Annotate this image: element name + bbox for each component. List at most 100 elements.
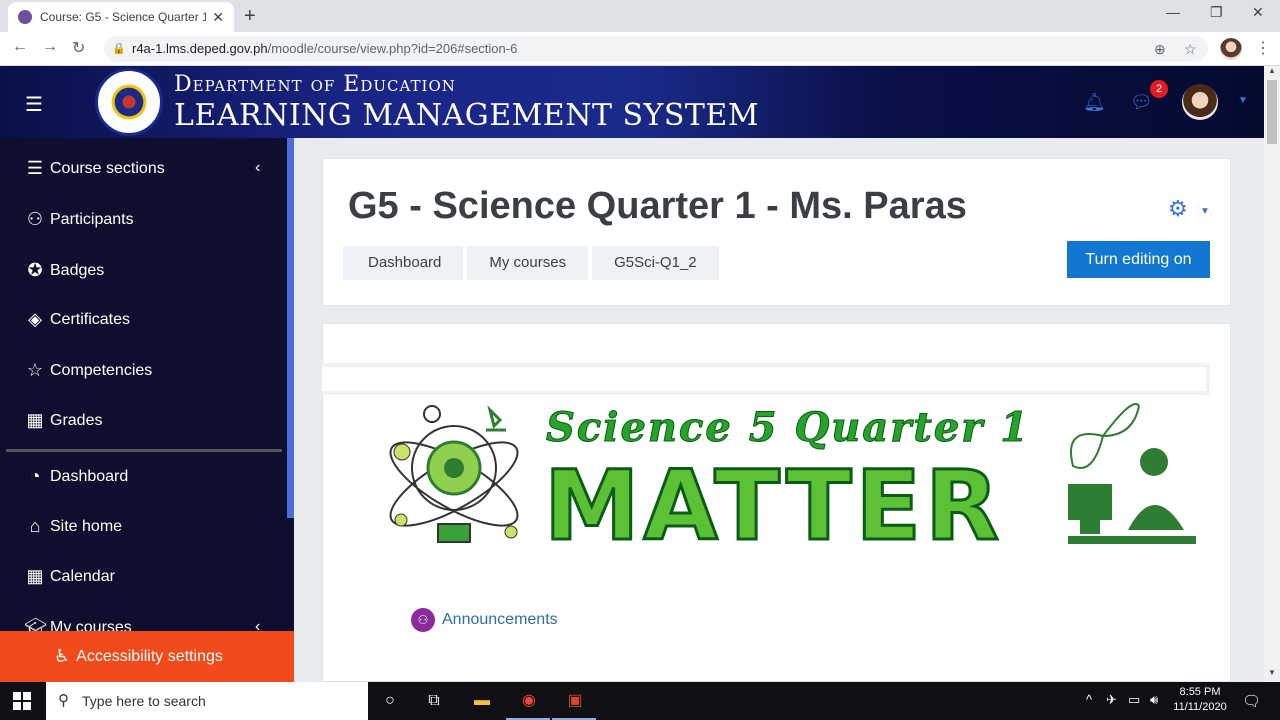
course-header-card (322, 158, 1231, 306)
lock-icon: 🔒 (112, 43, 126, 55)
sidebar-item-label: Certificates (50, 310, 131, 328)
chrome-icon[interactable]: ◉ (516, 688, 542, 714)
taskbar-search-placeholder: Type here to search (82, 693, 206, 709)
scroll-down-icon[interactable]: ▼ (1268, 668, 1276, 677)
close-tab-icon[interactable]: ✕ (212, 9, 224, 26)
sidebar-item-course-sections[interactable]: ☰ Course sections (24, 158, 165, 179)
sidebar-item-label: Participants (50, 210, 134, 228)
back-arrow-icon[interactable]: ← (12, 38, 28, 56)
eye-icon (423, 405, 441, 423)
windows-taskbar: ⚲ Type here to search ○ ⧉ ▬ ◉ ▣ ^ ✈ ▭ 🔊︎… (0, 682, 1280, 720)
sidebar-item-grades[interactable]: ▦ Grades (24, 410, 102, 431)
star-icon: ☆ (26, 360, 44, 380)
microscope-icon (486, 405, 506, 432)
brand-lms: LEARNING MANAGEMENT SYSTEM (174, 98, 760, 133)
battery-icon[interactable]: ▭ (1128, 692, 1140, 708)
sidebar-item-label: Course sections (50, 159, 165, 177)
user-avatar[interactable] (1182, 84, 1218, 120)
breadcrumb-course[interactable]: G5Sci-Q1_2 (592, 246, 719, 280)
bell-icon[interactable]: 🔔︎ (1083, 92, 1106, 113)
breadcrumb-dashboard[interactable]: Dashboard (343, 246, 464, 280)
scrollbar-thumb[interactable] (1267, 80, 1277, 144)
browser-profile-avatar[interactable] (1220, 38, 1242, 60)
bookmark-star-icon[interactable]: ☆ (1184, 36, 1197, 62)
chat-bubble-icon[interactable]: 💬︎ (1130, 92, 1153, 113)
gear-center (444, 458, 464, 478)
sidebar-item-badges[interactable]: ✪ Badges (24, 260, 104, 281)
taskbar-clock[interactable]: 8:55 PM 11/11/2020 (1168, 685, 1232, 715)
sidebar-item-dashboard[interactable]: ◔ Dashboard (24, 466, 129, 487)
hamburger-menu-icon[interactable]: ☰ (25, 92, 43, 117)
reload-icon[interactable]: ↻ (72, 38, 85, 58)
accessibility-icon: ♿︎ (54, 646, 71, 666)
forum-icon: ⚇ (411, 608, 435, 632)
deped-seal-logo (95, 68, 163, 136)
sidebar-divider (6, 449, 282, 452)
file-explorer-icon[interactable]: ▬ (469, 688, 495, 714)
browser-toolbar: ← → ↻ 🔒 r4a-1.lms.deped.gov.ph/moodle/co… (0, 32, 1280, 66)
badge-icon: ✪ (27, 260, 43, 280)
table-icon: ▦ (26, 410, 44, 430)
close-window-button[interactable]: ✕ (1252, 4, 1264, 21)
flask-icon (393, 443, 411, 461)
messages-badge: 2 (1150, 80, 1168, 98)
scroll-up-icon[interactable]: ▲ (1268, 66, 1276, 75)
new-tab-button[interactable]: + (244, 4, 256, 28)
turn-editing-on-button[interactable]: Turn editing on (1067, 241, 1210, 278)
minimize-button[interactable]: — (1166, 4, 1180, 20)
url-host: r4a-1.lms.deped.gov.ph (132, 41, 268, 56)
announcements-link[interactable]: Announcements (442, 611, 558, 629)
chevron-left-icon[interactable]: ‹ (255, 159, 260, 177)
atom-node (504, 525, 518, 539)
sidebar-item-participants[interactable]: ⚇ Participants (24, 209, 134, 230)
task-view-icon[interactable]: ⧉ (421, 688, 447, 714)
sidebar-item-certificates[interactable]: ◈ Certificates (24, 309, 130, 330)
calendar-icon: ▦ (26, 566, 44, 586)
gear-icon[interactable]: ⚙ (1168, 196, 1188, 222)
chevron-down-icon[interactable]: ▼ (1200, 206, 1210, 217)
airplane-mode-icon[interactable]: ✈ (1106, 692, 1117, 708)
breadcrumb-my-courses[interactable]: My courses (467, 246, 589, 280)
powerpoint-icon[interactable]: ▣ (562, 688, 588, 714)
course-banner-image: Science 5 Quarter 1 MATTER (368, 396, 1210, 568)
taskbar-search-input[interactable]: ⚲ Type here to search (46, 682, 368, 720)
windows-start-icon[interactable] (13, 692, 31, 710)
clock-date: 11/11/2020 (1173, 701, 1227, 713)
tray-chevron-up-icon[interactable]: ^ (1086, 692, 1092, 707)
zoom-icon[interactable]: ⊕ (1154, 36, 1166, 62)
dashboard-icon: ◔ (29, 466, 41, 486)
list-icon: ☰ (26, 158, 44, 178)
sidebar-item-label: Site home (50, 517, 123, 535)
sidebar-scrollbar[interactable] (287, 138, 294, 518)
section-divider (322, 363, 1210, 395)
sidebar-item-label: Dashboard (50, 467, 129, 485)
clock-time: 8:55 PM (1179, 686, 1221, 698)
accessibility-settings-button[interactable]: ♿︎ Accessibility settings (0, 631, 294, 682)
accessibility-label: Accessibility settings (76, 647, 223, 665)
sidebar-item-label: Grades (50, 411, 103, 429)
sidebar-item-competencies[interactable]: ☆ Competencies (24, 360, 152, 381)
butterfly-icon (1070, 403, 1141, 469)
sidebar-item-site-home[interactable]: ⌂ Site home (24, 516, 122, 537)
volume-icon[interactable]: 🔊︎ (1150, 692, 1158, 708)
sidebar-item-label: Badges (50, 261, 105, 279)
browser-menu-icon[interactable]: ⋮ (1255, 38, 1271, 58)
chevron-down-icon[interactable]: ▼ (1238, 95, 1248, 106)
sidebar-item-label: Calendar (50, 567, 115, 585)
atom-node (394, 513, 408, 527)
users-icon: ⚇ (26, 209, 44, 229)
home-icon: ⌂ (29, 516, 41, 536)
left-sidebar: ☰ Course sections ‹ ⚇ Participants ✪ Badges… (0, 138, 294, 682)
page-title: G5 - Science Quarter 1 - Ms. Paras (348, 185, 967, 227)
browser-tab[interactable]: Course: G5 - Science Quarter 1 - ✕ (8, 2, 234, 32)
banner-headline: Science 5 Quarter 1 (545, 404, 1031, 452)
breadcrumb: Dashboard My courses G5Sci-Q1_2 (343, 246, 723, 280)
forward-arrow-icon[interactable]: → (42, 38, 58, 56)
cortana-icon[interactable]: ○ (377, 688, 403, 714)
address-bar[interactable]: 🔒 r4a-1.lms.deped.gov.ph/moodle/course/v… (104, 36, 1208, 62)
restore-button[interactable]: ❐ (1210, 4, 1223, 21)
sidebar-item-label: Competencies (50, 361, 153, 379)
notifications-icon[interactable]: 🗨︎ (1242, 692, 1261, 710)
sidebar-item-calendar[interactable]: ▦ Calendar (24, 566, 115, 587)
page-scrollbar[interactable]: ▲ ▼ (1264, 66, 1280, 682)
